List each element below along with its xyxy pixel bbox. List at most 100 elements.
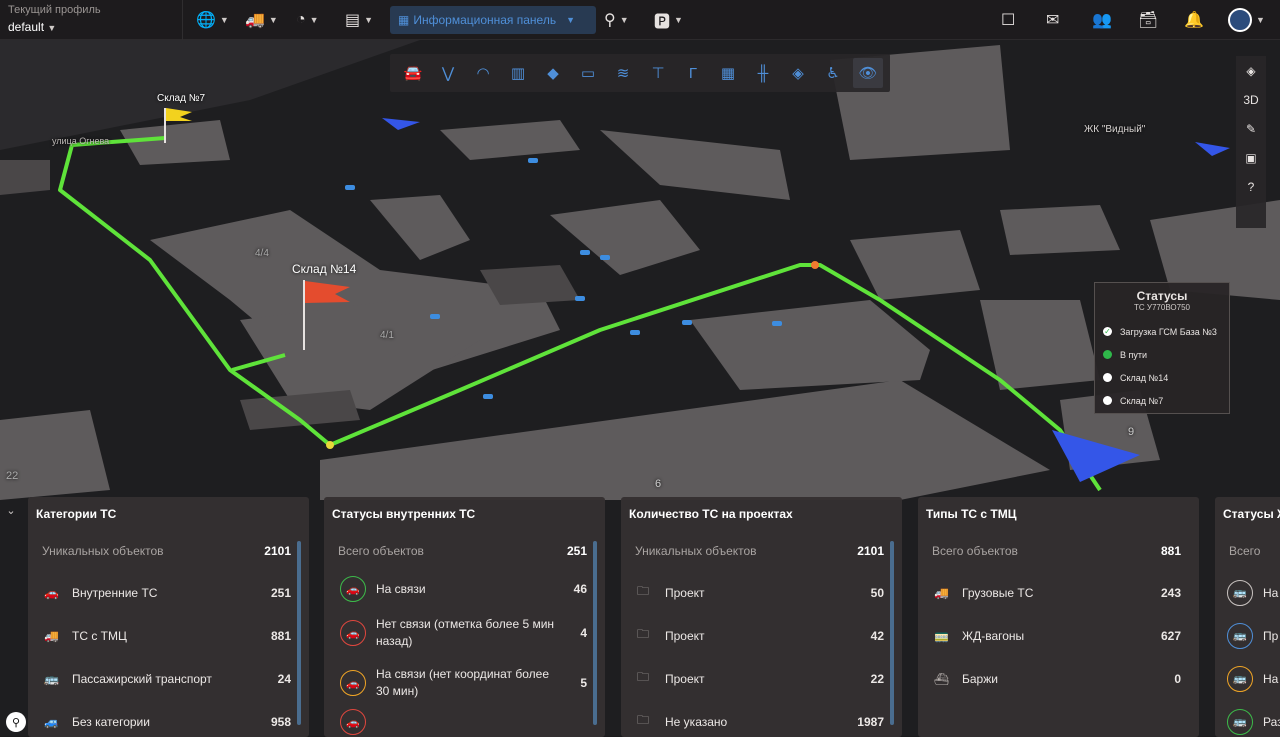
- map-label-9: 9: [1128, 426, 1135, 438]
- pending-dot-icon: [1103, 396, 1112, 405]
- car-icon: 🚗: [340, 709, 366, 735]
- globe-menu[interactable]: 🌐 ▼: [196, 6, 229, 34]
- image-icon[interactable]: ▣: [1236, 143, 1266, 172]
- list-item[interactable]: 🗀 Проект 22: [621, 657, 902, 700]
- divider: [182, 0, 183, 40]
- list-item[interactable]: 🚌 На: [1215, 571, 1280, 614]
- status-item: Склад №7: [1103, 389, 1221, 412]
- list-item[interactable]: 🚃 ЖД-вагоны 627: [918, 614, 1199, 657]
- archive-button[interactable]: 🗃: [1138, 6, 1158, 34]
- panel-total: Всего объектов 881: [932, 544, 1181, 558]
- chevron-down-icon: ▼: [47, 23, 57, 33]
- car-icon: 🚗: [44, 585, 59, 600]
- parking-menu[interactable]: 🅿 ▼: [654, 6, 683, 34]
- stack-icon[interactable]: ◈: [783, 58, 813, 88]
- vehicles-menu[interactable]: 🚚 ▼: [245, 6, 278, 34]
- 3d-toggle[interactable]: 3D: [1236, 85, 1266, 114]
- calculator-menu[interactable]: ▤ ▼: [345, 6, 373, 34]
- chevron-down-icon: ▼: [309, 15, 319, 25]
- mail-icon: ✉: [1046, 12, 1060, 29]
- list-item[interactable]: 🗀 Не указано 1987: [621, 700, 902, 737]
- scrollbar[interactable]: [593, 541, 597, 725]
- panel-title: Типы ТС с ТМЦ: [926, 507, 1017, 521]
- building-icon[interactable]: ▦: [713, 58, 743, 88]
- map-label-4-4: 4/4: [255, 248, 269, 259]
- truck-icon: 🚚: [934, 585, 949, 600]
- map-label-22: 22: [6, 470, 19, 482]
- speedometer-icon[interactable]: ◠: [468, 58, 498, 88]
- avatar-icon: [1228, 8, 1252, 32]
- search-icon[interactable]: ⚲: [6, 712, 26, 732]
- car-online-icon: 🚗: [340, 576, 366, 602]
- list-item[interactable]: ⛴ Баржи 0: [918, 657, 1199, 700]
- chevron-down-icon: ▼: [364, 15, 374, 25]
- list-item[interactable]: 🗀 Проект 42: [621, 614, 902, 657]
- list-item[interactable]: 🚗 На связи (нет координат более 30 мин) 5: [324, 659, 605, 707]
- message-button[interactable]: ☐: [1001, 6, 1015, 34]
- reports-menu[interactable]: ◔ ▼: [296, 6, 319, 34]
- panel-total: Всего объектов 251: [338, 544, 587, 558]
- list-item[interactable]: 🚌 Раз: [1215, 700, 1280, 737]
- map-icon[interactable]: ▥: [503, 58, 533, 88]
- popup-subtitle: ТС У770ВО750: [1134, 303, 1190, 312]
- map-right-toolbar: ◈ 3D ✎ ▣ ?: [1236, 56, 1266, 228]
- user-avatar[interactable]: ▼: [1228, 6, 1265, 34]
- user-location-menu[interactable]: ⚲ ▼: [604, 6, 629, 34]
- chevron-down-icon: ⌄: [6, 504, 16, 517]
- tower-icon[interactable]: ⊤: [643, 58, 673, 88]
- notifications-button[interactable]: 🔔: [1184, 6, 1204, 34]
- car-offline-icon: 🚗: [340, 620, 366, 646]
- chevron-down-icon: ▼: [566, 15, 575, 25]
- list-item[interactable]: 🚙 Без категории 958: [28, 700, 309, 737]
- globe-icon: 🌐: [196, 12, 216, 29]
- list-item[interactable]: 🚚 Грузовые ТС 243: [918, 571, 1199, 614]
- users-button[interactable]: 👥: [1092, 6, 1112, 34]
- panel-status-partial: Статусы Ж Всего 🚌На 🚌Пр 🚌На 🚌Раз: [1215, 497, 1280, 737]
- panel-total: Уникальных объектов 2101: [635, 544, 884, 558]
- route-icon[interactable]: ⋁: [433, 58, 463, 88]
- dashboard-tab[interactable]: ▦ Информационная панель ▼: [390, 6, 596, 34]
- person-icon[interactable]: ♿: [818, 58, 848, 88]
- pipe-icon[interactable]: ≋: [608, 58, 638, 88]
- list-item[interactable]: 🚌 На: [1215, 657, 1280, 700]
- panel-cargo-vehicle-types: Типы ТС с ТМЦ Всего объектов 881 🚚 Грузовы…: [918, 497, 1199, 737]
- scrollbar[interactable]: [297, 541, 301, 725]
- list-item[interactable]: 🗀 Проект 50: [621, 571, 902, 614]
- chevron-down-icon: ▼: [219, 15, 229, 25]
- car-icon: 🚙: [44, 714, 59, 729]
- list-item[interactable]: 🚗: [324, 707, 605, 737]
- panel-internal-statuses: Статусы внутренних ТС Всего объектов 251 …: [324, 497, 605, 737]
- panel-project-counts: Количество ТС на проектах Уникальных объ…: [621, 497, 902, 737]
- list-item[interactable]: 🚚 ТС с ТМЦ 881: [28, 614, 309, 657]
- layers-diamond-icon[interactable]: ◆: [538, 58, 568, 88]
- list-item[interactable]: 🚌 Пр: [1215, 614, 1280, 657]
- help-icon[interactable]: ?: [1236, 172, 1266, 201]
- map-label-complex: ЖК "Видный": [1084, 124, 1146, 135]
- list-item[interactable]: 🚗 На связи 46: [324, 571, 605, 607]
- eye-icon[interactable]: 👁: [853, 58, 883, 88]
- bus-icon[interactable]: ▭: [573, 58, 603, 88]
- chevron-down-icon: ▼: [674, 15, 683, 25]
- panel-vehicle-categories: Категории ТС Уникальных объектов 2101 🚗 Вн…: [28, 497, 309, 737]
- ruler-icon[interactable]: ✎: [1236, 114, 1266, 143]
- scrollbar[interactable]: [890, 541, 894, 725]
- list-item[interactable]: 🚗 Внутренние ТС 251: [28, 571, 309, 614]
- profile-selector[interactable]: Текущий профиль default ▼: [8, 4, 101, 34]
- mail-button[interactable]: ✉: [1046, 6, 1059, 34]
- calculator-icon: ▤: [345, 12, 361, 29]
- list-item[interactable]: 🚌 Пассажирский транспорт 24: [28, 657, 309, 700]
- crane-icon[interactable]: Γ: [678, 58, 708, 88]
- collapse-panels-button[interactable]: ⌄: [0, 500, 22, 520]
- status-item: ✓ Загрузка ГСМ База №3: [1103, 326, 1217, 337]
- layers-icon[interactable]: ◈: [1236, 56, 1266, 85]
- check-icon: ✓: [1103, 327, 1112, 336]
- car-icon[interactable]: 🚘: [398, 58, 428, 88]
- current-dot-icon: [1103, 350, 1112, 359]
- list-item[interactable]: 🚗 Нет связи (отметка более 5 мин назад) 4: [324, 607, 605, 659]
- archive-icon: 🗃: [1138, 12, 1159, 29]
- status-item: В пути: [1103, 343, 1221, 366]
- road-icon[interactable]: ╫: [748, 58, 778, 88]
- truck-icon: 🚚: [245, 12, 265, 29]
- chevron-down-icon: ▼: [1256, 15, 1265, 25]
- folder-icon: 🗀: [637, 670, 650, 684]
